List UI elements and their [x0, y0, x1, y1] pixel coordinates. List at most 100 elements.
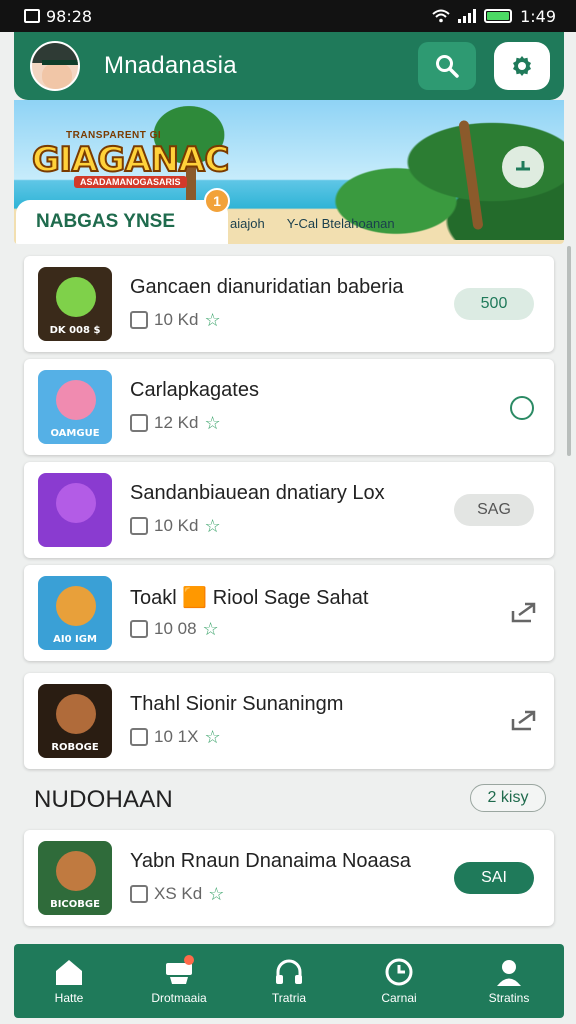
inbox-icon	[162, 955, 196, 987]
star-icon: ☆	[204, 727, 221, 747]
gear-icon	[513, 56, 531, 76]
item-title: Thahl Sionir Sunaningm	[130, 693, 344, 715]
thumbnail-caption: DK 008 $	[49, 325, 101, 336]
star-icon: ☆	[202, 619, 219, 639]
character-art	[56, 483, 96, 523]
character-art	[56, 586, 96, 626]
star-icon: ☆	[204, 310, 221, 330]
calendar-icon	[130, 414, 148, 432]
nav-label: Stratins	[488, 991, 530, 1005]
banner-tab-label: NABGAS YNSE	[36, 211, 176, 232]
nav-label: Tratria	[271, 991, 307, 1005]
scrollbar[interactable]	[567, 246, 571, 456]
share-icon	[511, 602, 536, 623]
calendar-icon	[130, 311, 148, 329]
nav-label: Hatte	[54, 991, 84, 1005]
minus-circle-icon	[516, 161, 530, 171]
meta-text: 10 Kd	[154, 516, 199, 535]
action-button[interactable]: SAG	[454, 494, 534, 526]
battery-icon	[484, 9, 513, 23]
clock: 98:28	[46, 6, 93, 26]
calendar-icon	[130, 620, 148, 638]
action-button[interactable]: 500	[454, 288, 534, 320]
app-title: Mnadanasia	[104, 52, 237, 79]
list-item[interactable]: ROBOGE Thahl Sionir Sunaningm 10 1X ☆	[24, 673, 554, 769]
calendar-icon	[130, 728, 148, 746]
item-title: Toakl 🟧 Riool Sage Sahat	[130, 587, 369, 609]
list-item[interactable]: AI0 IGM Toakl 🟧 Riool Sage Sahat 10 08 ☆	[24, 565, 554, 661]
status-bar: 98:28 1:49	[0, 0, 576, 32]
home-icon	[56, 960, 82, 985]
item-meta: 10 08 ☆	[130, 619, 219, 639]
item-meta: 12 Kd ☆	[130, 413, 221, 433]
game-thumbnail[interactable]: OAMGUE	[38, 370, 112, 444]
star-icon: ☆	[204, 413, 221, 433]
thumbnail-caption: OAMGUE	[50, 428, 100, 439]
list-item[interactable]: OAMGUE Carlapkagates 12 Kd ☆	[24, 359, 554, 455]
notification-dot	[184, 955, 194, 965]
item-title: Gancaen dianuridatian baberia	[130, 276, 404, 298]
share-button[interactable]	[508, 707, 540, 735]
item-title: Carlapkagates	[130, 379, 259, 401]
list-item[interactable]: DK 008 $ Gancaen dianuridatian baberia 10 …	[24, 256, 554, 352]
sim-icon	[24, 9, 40, 23]
game-thumbnail[interactable]	[38, 473, 112, 547]
thumbnail-caption: BICOBGE	[50, 899, 100, 910]
notification-badge: 1	[204, 188, 230, 214]
calendar-icon	[130, 885, 148, 903]
nav-clock[interactable]: Carnai	[349, 957, 449, 1005]
list-item[interactable]: Sandanbiauean dnatiary Lox 10 Kd ☆ SAG	[24, 462, 554, 558]
profile-icon	[497, 960, 521, 986]
app-bar: Mnadanasia	[14, 32, 564, 100]
nav-profile[interactable]: Stratins	[459, 957, 559, 1005]
item-meta: XS Kd ☆	[130, 884, 224, 904]
select-radio[interactable]	[510, 396, 534, 420]
game-thumbnail[interactable]: AI0 IGM	[38, 576, 112, 650]
search-icon	[436, 55, 459, 78]
section-title: NUDOHAAN	[34, 786, 173, 813]
item-title: Sandanbiauean dnatiary Lox	[130, 482, 385, 504]
character-art	[56, 380, 96, 420]
search-button[interactable]	[418, 42, 476, 90]
settings-button[interactable]	[494, 42, 550, 90]
star-icon: ☆	[204, 516, 221, 536]
item-meta: 10 Kd ☆	[130, 516, 221, 536]
nav-label: Carnai	[381, 991, 417, 1005]
hero-banner[interactable]: TRANSPARENT GI GIAGANAC ASADAMANOGASARIS…	[14, 100, 564, 244]
game-thumbnail[interactable]: ROBOGE	[38, 684, 112, 758]
meta-text: 10 1X	[154, 727, 199, 746]
signal-icon	[458, 9, 477, 23]
list-item[interactable]: BICOBGE Yabn Rnaun Dnanaima Noaasa XS Kd ☆ S…	[24, 830, 554, 926]
action-button[interactable]: SAI	[454, 862, 534, 894]
calendar-icon	[130, 517, 148, 535]
headset-icon	[276, 959, 302, 984]
item-meta: 10 Kd ☆	[130, 310, 221, 330]
section-count-chip[interactable]: 2 kisy	[470, 784, 546, 812]
avatar[interactable]	[30, 41, 80, 91]
game-thumbnail[interactable]: BICOBGE	[38, 841, 112, 915]
character-art	[56, 851, 96, 891]
character-art	[56, 277, 96, 317]
nav-support[interactable]: Tratria	[239, 957, 339, 1005]
clock-icon	[385, 958, 413, 986]
game-thumbnail[interactable]: DK 008 $	[38, 267, 112, 341]
battery-time: 1:49	[520, 6, 556, 26]
thumbnail-caption: ROBOGE	[51, 742, 99, 753]
share-button[interactable]	[508, 599, 540, 627]
banner-tab[interactable]: NABGAS YNSE 1	[16, 188, 230, 244]
banner-caption: aiajoh Y-Cal Btelahoanan	[230, 216, 395, 231]
nav-label: Drotmaaia	[151, 991, 207, 1005]
nav-inbox[interactable]: Drotmaaia	[129, 955, 229, 1005]
game-logo: TRANSPARENT GI GIAGANAC ASADAMANOGASARIS	[31, 130, 230, 188]
bottom-navigation: Hatte Drotmaaia Tratria Carnai Stratins	[14, 944, 564, 1018]
thumbnail-caption: AI0 IGM	[53, 634, 97, 645]
wifi-icon	[432, 9, 450, 23]
item-title: Yabn Rnaun Dnanaima Noaasa	[130, 850, 411, 872]
banner-action-button[interactable]	[502, 146, 544, 188]
meta-text: 12 Kd	[154, 413, 199, 432]
meta-text: XS Kd	[154, 884, 203, 903]
item-meta: 10 1X ☆	[130, 727, 221, 747]
share-icon	[511, 710, 536, 731]
star-icon: ☆	[208, 884, 225, 904]
nav-home[interactable]: Hatte	[19, 957, 119, 1005]
